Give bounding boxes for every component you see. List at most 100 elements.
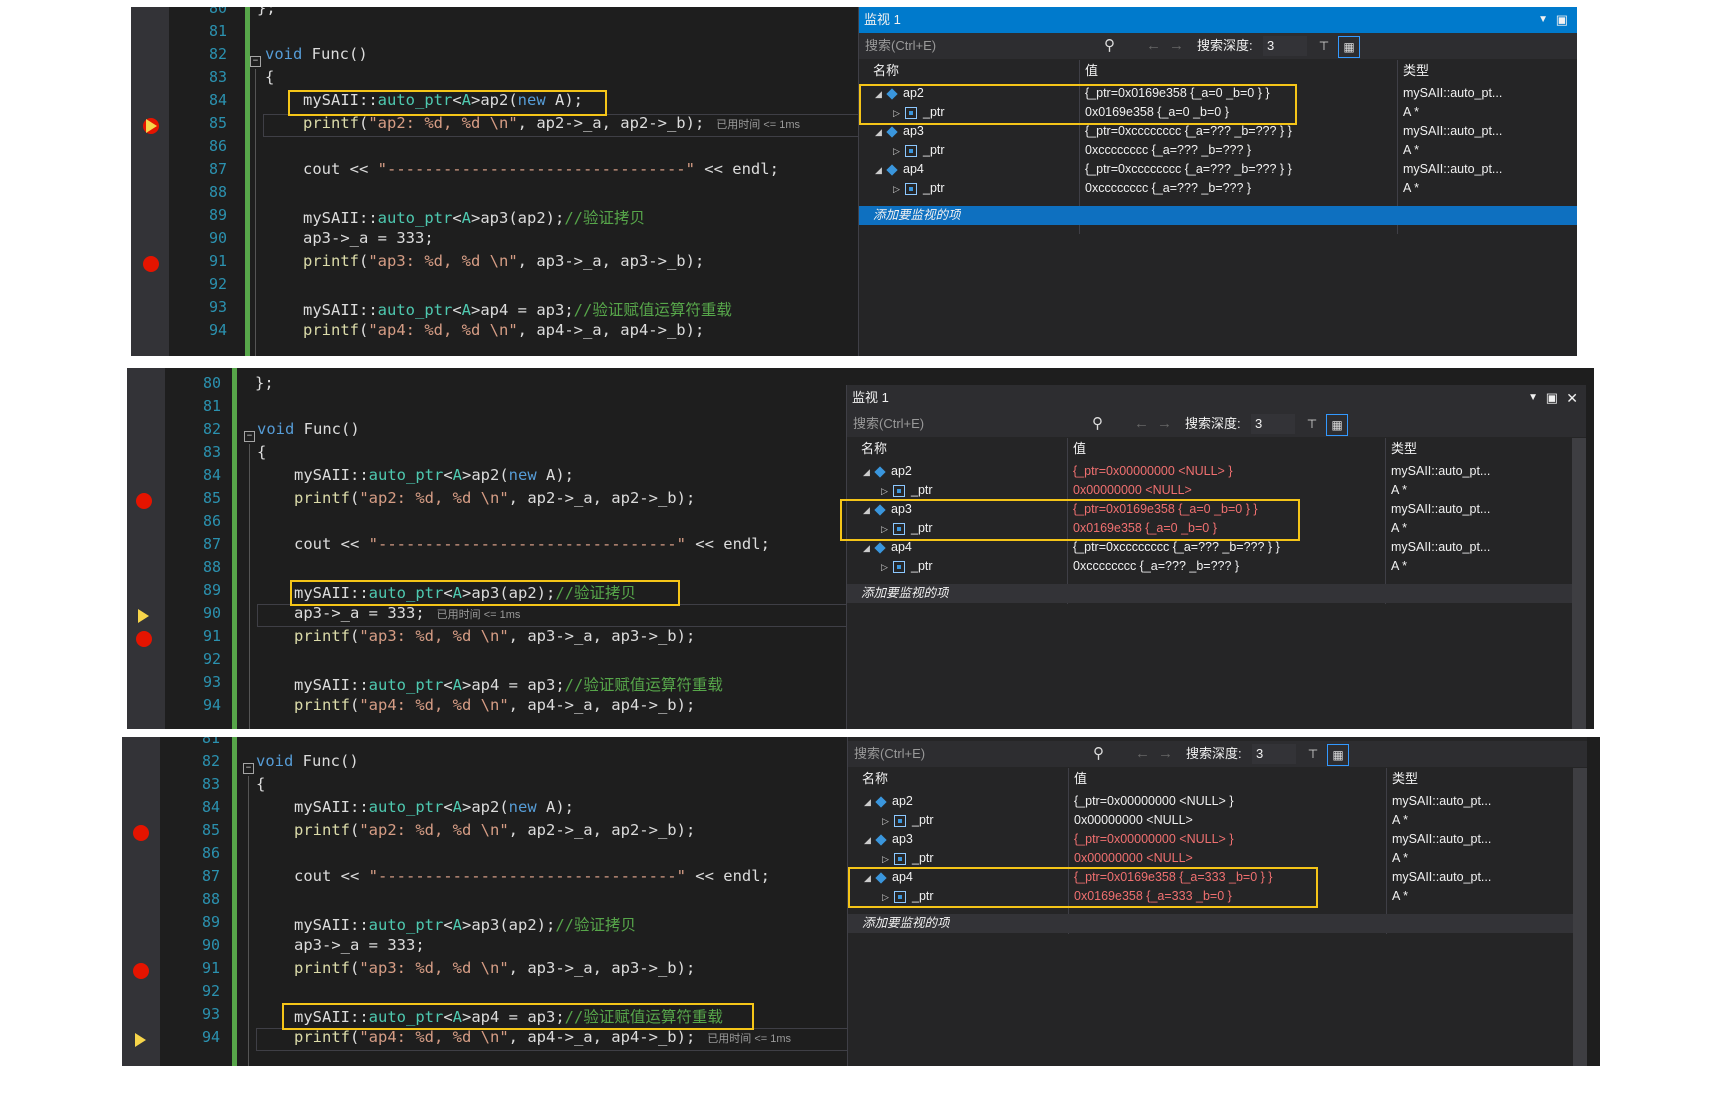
collapse-icon[interactable]: − bbox=[244, 431, 255, 442]
search-depth-select[interactable]: 3 bbox=[1251, 414, 1295, 434]
add-watch-row[interactable]: 添加要监视的项 bbox=[847, 584, 1572, 603]
watch-value-cell[interactable]: {_ptr=0xcccccccc {_a=??? _b=??? } } bbox=[1085, 160, 1393, 179]
back-arrow-icon[interactable]: ← bbox=[1134, 411, 1149, 437]
breakpoint-marker[interactable] bbox=[133, 825, 149, 841]
watch-value-cell[interactable]: 0x00000000 <NULL> bbox=[1074, 849, 1382, 868]
code-line[interactable]: { bbox=[256, 775, 265, 798]
pin-icon[interactable]: ⊤ bbox=[1302, 414, 1322, 434]
pin-icon[interactable]: ⊤ bbox=[1314, 36, 1334, 56]
watch-value-cell[interactable]: 0x0169e358 {_a=0 _b=0 } bbox=[1085, 103, 1393, 122]
code-line[interactable]: }; bbox=[257, 7, 276, 22]
code-line[interactable]: }; bbox=[255, 374, 274, 397]
watch-value-cell[interactable]: {_ptr=0x0169e358 {_a=0 _b=0 } } bbox=[1073, 500, 1381, 519]
watch-row[interactable]: ▷ _ptr 0xcccccccc {_a=??? _b=??? } A * bbox=[859, 179, 1577, 198]
watch-row[interactable]: ▷ _ptr 0x0169e358 {_a=0 _b=0 } A * bbox=[847, 519, 1567, 538]
code-line[interactable]: { bbox=[257, 443, 266, 466]
back-arrow-icon[interactable]: ← bbox=[1146, 33, 1161, 59]
watch-value-cell[interactable]: {_ptr=0xcccccccc {_a=??? _b=??? } } bbox=[1073, 538, 1381, 557]
watch-title-bar[interactable]: 监视 1 ▼ ▣ bbox=[859, 7, 1577, 33]
search-icon[interactable]: ⚲ bbox=[1104, 33, 1115, 59]
watch-row[interactable]: ◢ ap4 {_ptr=0x0169e358 {_a=333 _b=0 } } myS… bbox=[848, 868, 1568, 887]
vertical-scrollbar[interactable] bbox=[1573, 768, 1587, 1066]
code-line[interactable]: mySAII::auto_ptr<A>ap2(new A); bbox=[294, 466, 574, 489]
forward-arrow-icon[interactable]: → bbox=[1158, 741, 1173, 767]
collapse-icon[interactable]: ◢ bbox=[864, 869, 876, 887]
code-line[interactable]: mySAII::auto_ptr<A>ap3(ap2);//验证拷贝 bbox=[294, 913, 636, 936]
watch-value-cell[interactable]: {_ptr=0x00000000 <NULL> } bbox=[1073, 462, 1381, 481]
search-input[interactable]: 搜索(Ctrl+E) bbox=[865, 33, 936, 59]
column-name-header[interactable]: 名称 bbox=[861, 438, 887, 460]
watch-value-cell[interactable]: 0x0169e358 {_a=0 _b=0 } bbox=[1073, 519, 1381, 538]
watch-row[interactable]: ◢ ap3 {_ptr=0x00000000 <NULL> } mySAII::aut… bbox=[848, 830, 1568, 849]
watch-value-cell[interactable]: 0x00000000 <NULL> bbox=[1074, 811, 1382, 830]
add-watch-row[interactable]: 添加要监视的项 bbox=[859, 206, 1577, 225]
back-arrow-icon[interactable]: ← bbox=[1135, 741, 1150, 767]
collapse-icon[interactable]: ◢ bbox=[863, 501, 875, 519]
watch-row[interactable]: ◢ ap2 {_ptr=0x0169e358 {_a=0 _b=0 } } mySAI… bbox=[859, 84, 1577, 103]
collapse-icon[interactable]: ◢ bbox=[864, 793, 876, 811]
expand-icon[interactable]: ▷ bbox=[881, 520, 893, 538]
search-input[interactable]: 搜索(Ctrl+E) bbox=[853, 411, 924, 437]
expand-icon[interactable]: ▷ bbox=[881, 482, 893, 500]
column-value-header[interactable]: 值 bbox=[1073, 438, 1086, 460]
code-line[interactable]: printf("ap4: %d, %d \n", ap4->_a, ap4->_… bbox=[294, 696, 695, 719]
hex-display-icon[interactable]: ▦ bbox=[1326, 414, 1348, 436]
hex-display-icon[interactable]: ▦ bbox=[1327, 744, 1349, 766]
add-watch-row[interactable]: 添加要监视的项 bbox=[848, 914, 1573, 933]
forward-arrow-icon[interactable]: → bbox=[1157, 411, 1172, 437]
search-input[interactable]: 搜索(Ctrl+E) bbox=[854, 741, 925, 767]
watch-row[interactable]: ◢ ap4 {_ptr=0xcccccccc {_a=??? _b=??? } } m… bbox=[847, 538, 1567, 557]
forward-arrow-icon[interactable]: → bbox=[1169, 33, 1184, 59]
column-type-header[interactable]: 类型 bbox=[1392, 768, 1418, 790]
search-icon[interactable]: ⚲ bbox=[1093, 741, 1104, 767]
watch-window[interactable]: 搜索(Ctrl+E) ⚲ ← → 搜索深度: 3 ⊤ ▦ 名称 值 类型 ◢ ap… bbox=[847, 737, 1587, 1066]
watch-value-cell[interactable]: 0x00000000 <NULL> bbox=[1073, 481, 1381, 500]
code-line[interactable]: printf("ap3: %d, %d \n", ap3->_a, ap3->_… bbox=[303, 252, 704, 275]
collapse-icon[interactable]: − bbox=[250, 56, 261, 67]
close-icon[interactable]: ✕ bbox=[1566, 385, 1578, 411]
breakpoint-marker[interactable] bbox=[133, 963, 149, 979]
search-depth-select[interactable]: 3 bbox=[1252, 744, 1296, 764]
watch-value-cell[interactable]: {_ptr=0x0169e358 {_a=0 _b=0 } } bbox=[1085, 84, 1393, 103]
collapse-icon[interactable]: ◢ bbox=[863, 539, 875, 557]
watch-row[interactable]: ◢ ap3 {_ptr=0xcccccccc {_a=??? _b=??? } } m… bbox=[859, 122, 1577, 141]
code-line[interactable]: mySAII::auto_ptr<A>ap4 = ap3;//验证赋值运算符重载 bbox=[294, 673, 723, 696]
column-type-header[interactable]: 类型 bbox=[1391, 438, 1417, 460]
watch-row[interactable]: ◢ ap2 {_ptr=0x00000000 <NULL> } mySAII::aut… bbox=[847, 462, 1567, 481]
watch-value-cell[interactable]: {_ptr=0x00000000 <NULL> } bbox=[1074, 830, 1382, 849]
code-line[interactable]: ap3->_a = 333; 已用时间 <= 1ms bbox=[294, 604, 520, 627]
breakpoint-marker[interactable] bbox=[136, 493, 152, 509]
watch-title-bar[interactable]: 监视 1 ▼ ▣ ✕ bbox=[847, 385, 1586, 411]
code-line[interactable]: printf("ap3: %d, %d \n", ap3->_a, ap3->_… bbox=[294, 627, 695, 650]
breakpoint-gutter[interactable] bbox=[127, 368, 165, 729]
watch-row[interactable]: ▷ _ptr 0x0169e358 {_a=333 _b=0 } A * bbox=[848, 887, 1568, 906]
collapse-icon[interactable]: ◢ bbox=[863, 463, 875, 481]
breakpoint-gutter[interactable] bbox=[131, 7, 169, 356]
code-line[interactable]: mySAII::auto_ptr<A>ap3(ap2);//验证拷贝 bbox=[303, 206, 645, 229]
code-line[interactable]: printf("ap4: %d, %d \n", ap4->_a, ap4->_… bbox=[303, 321, 704, 344]
collapse-icon[interactable]: ◢ bbox=[864, 831, 876, 849]
watch-row[interactable]: ◢ ap3 {_ptr=0x0169e358 {_a=0 _b=0 } } mySAI… bbox=[847, 500, 1567, 519]
watch-row[interactable]: ◢ ap4 {_ptr=0xcccccccc {_a=??? _b=??? } } m… bbox=[859, 160, 1577, 179]
watch-row[interactable]: ▷ _ptr 0x0169e358 {_a=0 _b=0 } A * bbox=[859, 103, 1577, 122]
collapse-icon[interactable]: ◢ bbox=[875, 123, 887, 141]
column-type-header[interactable]: 类型 bbox=[1403, 60, 1429, 82]
pin-icon[interactable]: ⊤ bbox=[1303, 744, 1323, 764]
collapse-icon[interactable]: ◢ bbox=[875, 161, 887, 179]
dropdown-icon[interactable]: ▼ bbox=[1528, 385, 1538, 411]
code-line[interactable]: void Func() bbox=[257, 420, 360, 443]
code-line[interactable]: mySAII::auto_ptr<A>ap4 = ap3;//验证赋值运算符重载 bbox=[294, 1005, 723, 1028]
watch-value-cell[interactable]: 0xcccccccc {_a=??? _b=??? } bbox=[1085, 141, 1393, 160]
maximize-icon[interactable]: ▣ bbox=[1546, 385, 1558, 411]
maximize-icon[interactable]: ▣ bbox=[1556, 7, 1568, 33]
expand-icon[interactable]: ▷ bbox=[893, 180, 905, 198]
code-line[interactable]: cout << "-------------------------------… bbox=[303, 160, 779, 183]
expand-icon[interactable]: ▷ bbox=[893, 104, 905, 122]
expand-icon[interactable]: ▷ bbox=[882, 812, 894, 830]
hex-display-icon[interactable]: ▦ bbox=[1338, 36, 1360, 58]
code-line[interactable]: mySAII::auto_ptr<A>ap2(new A); bbox=[303, 91, 583, 114]
code-line[interactable]: printf("ap2: %d, %d \n", ap2->_a, ap2->_… bbox=[303, 114, 800, 137]
search-depth-select[interactable]: 3 bbox=[1263, 36, 1307, 56]
watch-row[interactable]: ▷ _ptr 0xcccccccc {_a=??? _b=??? } A * bbox=[847, 557, 1567, 576]
dropdown-icon[interactable]: ▼ bbox=[1538, 7, 1548, 33]
